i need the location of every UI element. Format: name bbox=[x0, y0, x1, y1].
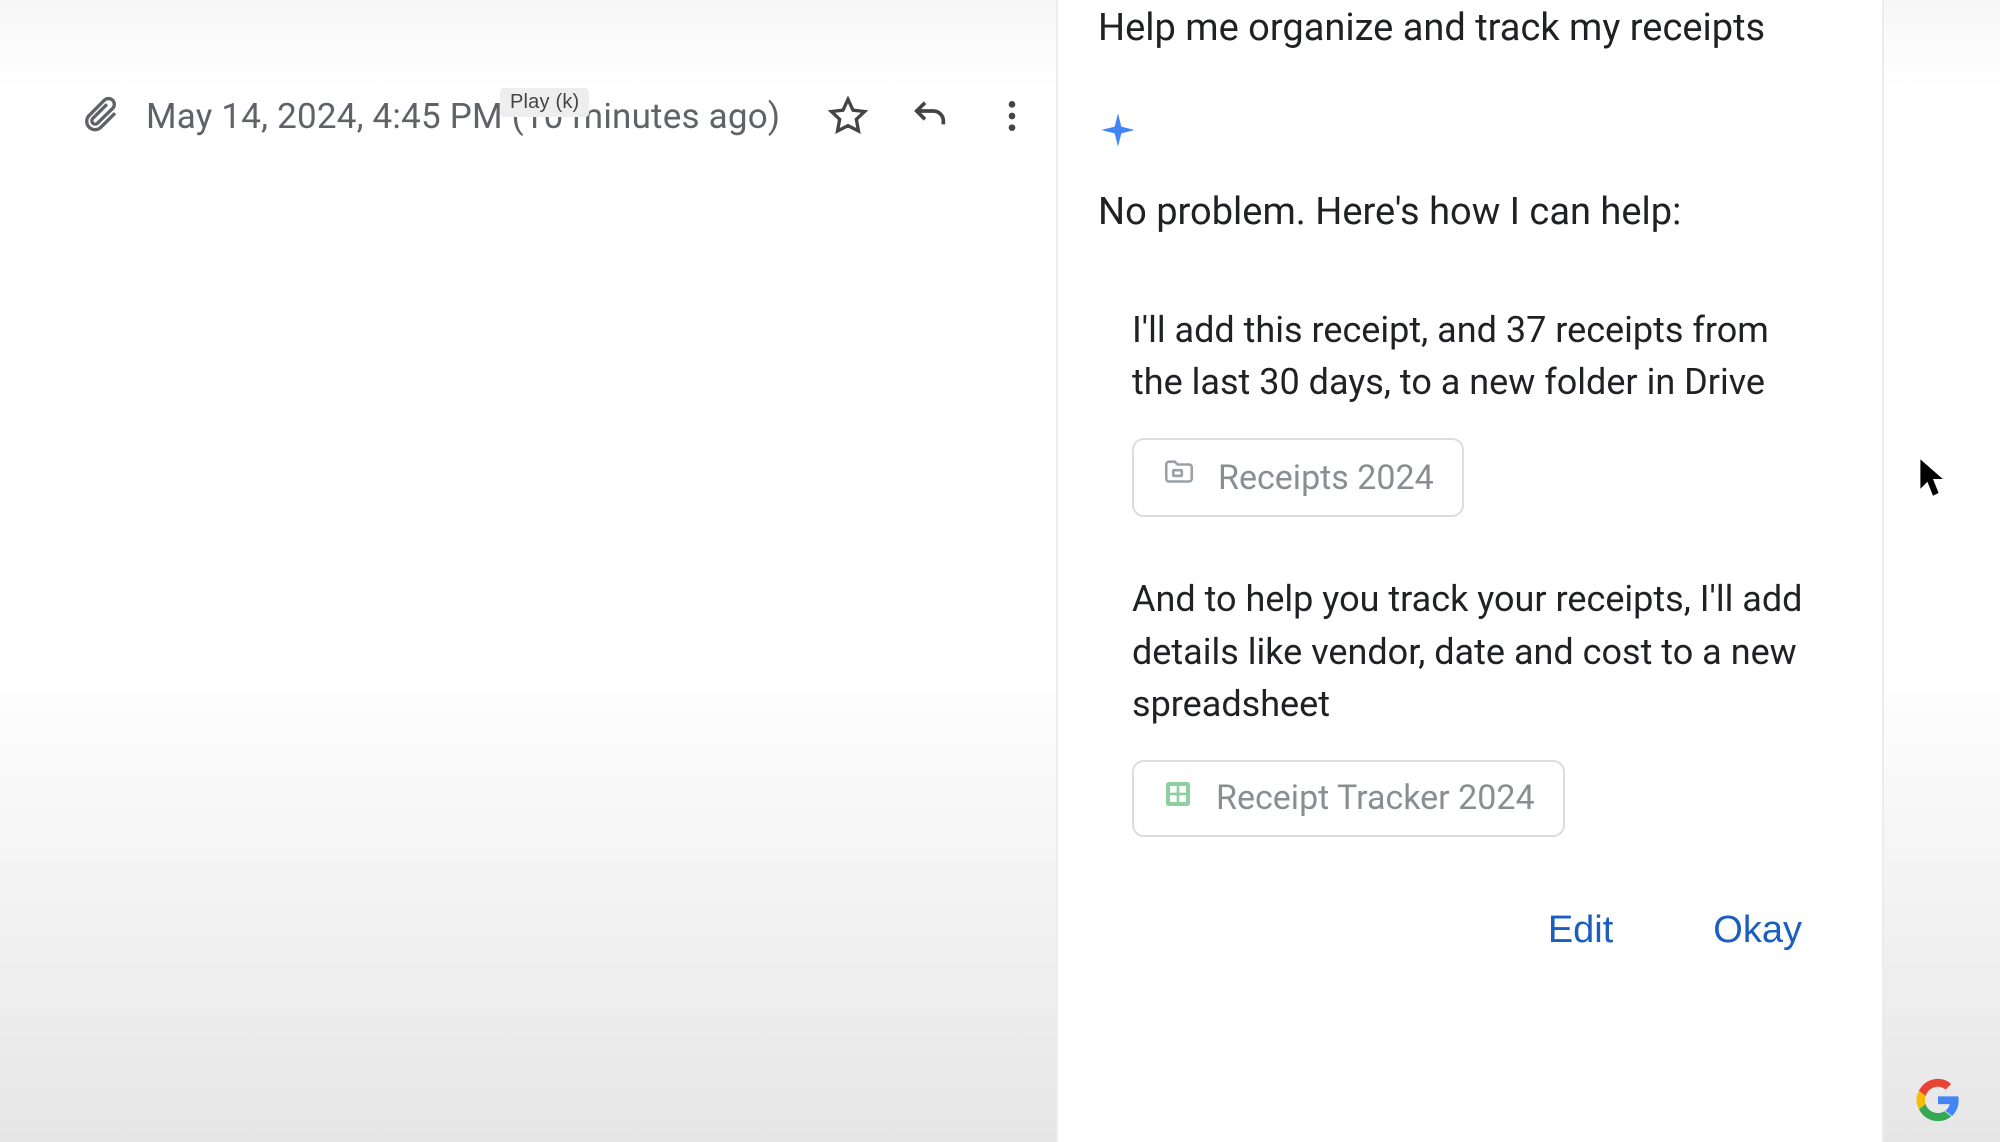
google-logo-icon bbox=[1916, 1078, 1960, 1122]
star-icon[interactable] bbox=[826, 94, 870, 138]
email-timestamp: May 14, 2024, 4:45 PM (10 minutes ago) P… bbox=[146, 96, 780, 137]
attachment-icon[interactable] bbox=[80, 94, 120, 138]
user-prompt: Help me organize and track my receipts bbox=[1098, 6, 1842, 50]
drive-folder-chip[interactable]: Receipts 2024 bbox=[1132, 438, 1464, 517]
edit-button[interactable]: Edit bbox=[1548, 909, 1613, 952]
assistant-step-1: I'll add this receipt, and 37 receipts f… bbox=[1132, 304, 1812, 408]
gemini-sparkle-icon bbox=[1098, 110, 1842, 154]
sheets-chip[interactable]: Receipt Tracker 2024 bbox=[1132, 760, 1565, 837]
assistant-panel: Help me organize and track my receipts N… bbox=[1056, 0, 1884, 1142]
email-header-toolbar: May 14, 2024, 4:45 PM (10 minutes ago) P… bbox=[80, 94, 1034, 138]
mouse-cursor-icon bbox=[1918, 458, 1948, 500]
assistant-actions: Edit Okay bbox=[1548, 909, 1802, 952]
email-body-line: directly. bbox=[0, 508, 520, 572]
okay-button[interactable]: Okay bbox=[1713, 909, 1802, 952]
reply-icon[interactable] bbox=[908, 94, 952, 138]
folder-icon bbox=[1162, 456, 1196, 499]
sheets-icon bbox=[1162, 778, 1194, 819]
email-body-line: ur recent stay. bbox=[0, 400, 520, 464]
chip-label: Receipts 2024 bbox=[1218, 458, 1434, 498]
play-tooltip: Play (k) bbox=[500, 88, 589, 117]
assistant-step-2: And to help you track your receipts, I'l… bbox=[1132, 573, 1812, 730]
email-body: ur recent stay. directly. bbox=[0, 400, 520, 616]
more-menu-icon[interactable] bbox=[990, 94, 1034, 138]
assistant-intro: No problem. Here's how I can help: bbox=[1098, 190, 1842, 234]
chip-label: Receipt Tracker 2024 bbox=[1216, 778, 1535, 818]
